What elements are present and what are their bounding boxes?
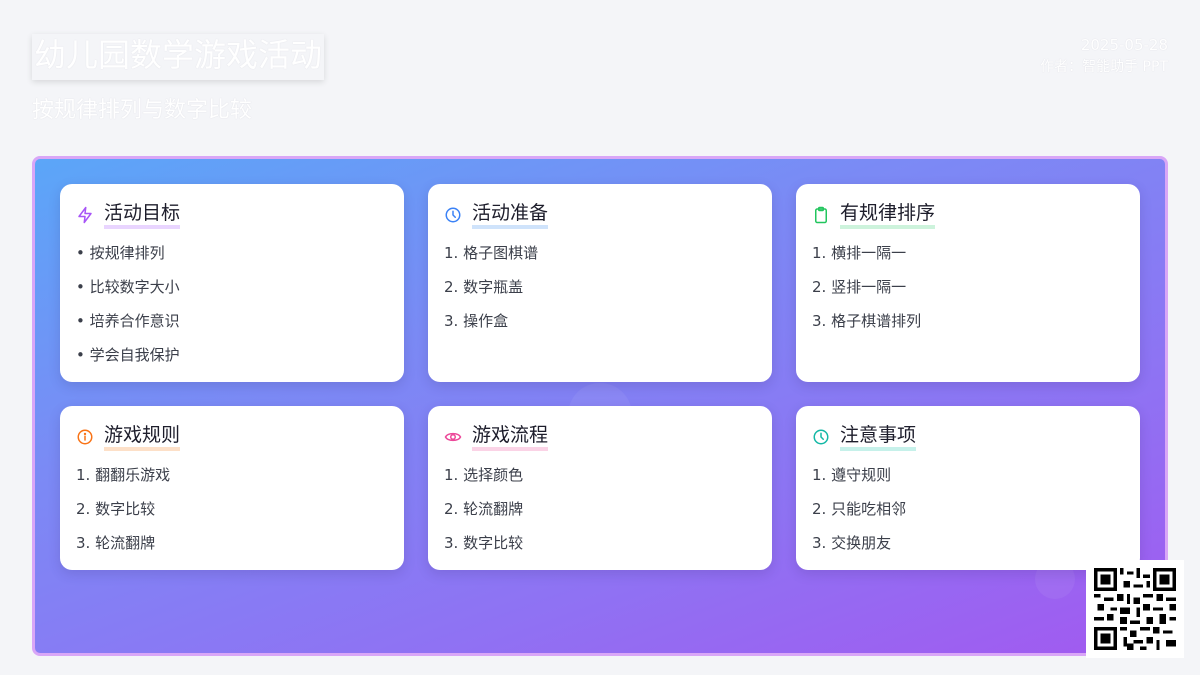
card-list: 1. 横排一隔一 2. 竖排一隔一 3. 格子棋谱排列 <box>812 236 1124 338</box>
list-item: • 按规律排列 <box>76 244 165 262</box>
clipboard-icon <box>812 206 830 224</box>
content-panel: 活动目标 • 按规律排列 • 比较数字大小 • 培养合作意识 • 学会自我保护 … <box>32 156 1168 656</box>
page-title: 幼儿园数学游戏活动 <box>32 34 324 80</box>
list-item: 3. 交换朋友 <box>812 534 892 552</box>
list-item: 1. 遵守规则 <box>812 466 892 484</box>
list-item: 2. 数字瓶盖 <box>444 278 524 296</box>
list-item: 3. 格子棋谱排列 <box>812 312 922 330</box>
list-item: 1. 选择颜色 <box>444 466 524 484</box>
info-icon <box>76 428 94 446</box>
card-title: 游戏规则 <box>104 423 181 451</box>
card-title: 游戏流程 <box>472 423 549 451</box>
qr-code-icon <box>1094 568 1176 650</box>
lightning-icon <box>76 206 94 224</box>
list-item: 2. 只能吃相邻 <box>812 500 907 518</box>
eye-icon <box>444 428 462 446</box>
list-item: • 学会自我保护 <box>76 346 180 364</box>
card-activity-preparation: 活动准备 1. 格子图棋谱 2. 数字瓶盖 3. 操作盒 <box>428 184 772 382</box>
list-item: 2. 轮流翻牌 <box>444 500 524 518</box>
list-item: 2. 竖排一隔一 <box>812 278 907 296</box>
card-game-rules: 游戏规则 1. 翻翻乐游戏 2. 数字比较 3. 轮流翻牌 <box>60 406 404 570</box>
card-game-flow: 游戏流程 1. 选择颜色 2. 轮流翻牌 3. 数字比较 <box>428 406 772 570</box>
card-pattern-sorting: 有规律排序 1. 横排一隔一 2. 竖排一隔一 3. 格子棋谱排列 <box>796 184 1140 382</box>
card-list: 1. 格子图棋谱 2. 数字瓶盖 3. 操作盒 <box>444 236 756 338</box>
card-list: 1. 遵守规则 2. 只能吃相邻 3. 交换朋友 <box>812 458 1124 560</box>
list-item: • 培养合作意识 <box>76 312 180 330</box>
list-item: 3. 数字比较 <box>444 534 524 552</box>
card-list: • 按规律排列 • 比较数字大小 • 培养合作意识 • 学会自我保护 <box>76 236 388 372</box>
date-label: 2025-05-28 <box>1080 36 1168 54</box>
card-title: 活动目标 <box>104 201 181 229</box>
card-list: 1. 选择颜色 2. 轮流翻牌 3. 数字比较 <box>444 458 756 560</box>
page-subtitle: 按规律排列与数字比较 <box>32 98 253 123</box>
card-title: 注意事项 <box>840 423 917 451</box>
meta-info: 2025-05-28 作者：智能助手 PPT <box>1040 34 1168 78</box>
clock-icon <box>812 428 830 446</box>
clock-icon <box>444 206 462 224</box>
card-title: 活动准备 <box>472 201 549 229</box>
list-item: 3. 轮流翻牌 <box>76 534 156 552</box>
card-precautions: 注意事项 1. 遵守规则 2. 只能吃相邻 3. 交换朋友 <box>796 406 1140 570</box>
author-label: 作者：智能助手 PPT <box>1040 59 1168 75</box>
list-item: • 比较数字大小 <box>76 278 180 296</box>
card-title: 有规律排序 <box>840 201 936 229</box>
card-activity-goals: 活动目标 • 按规律排列 • 比较数字大小 • 培养合作意识 • 学会自我保护 <box>60 184 404 382</box>
list-item: 2. 数字比较 <box>76 500 156 518</box>
list-item: 1. 翻翻乐游戏 <box>76 466 171 484</box>
list-item: 1. 格子图棋谱 <box>444 244 539 262</box>
qr-code[interactable] <box>1086 560 1184 658</box>
card-list: 1. 翻翻乐游戏 2. 数字比较 3. 轮流翻牌 <box>76 458 388 560</box>
list-item: 3. 操作盒 <box>444 312 509 330</box>
list-item: 1. 横排一隔一 <box>812 244 907 262</box>
